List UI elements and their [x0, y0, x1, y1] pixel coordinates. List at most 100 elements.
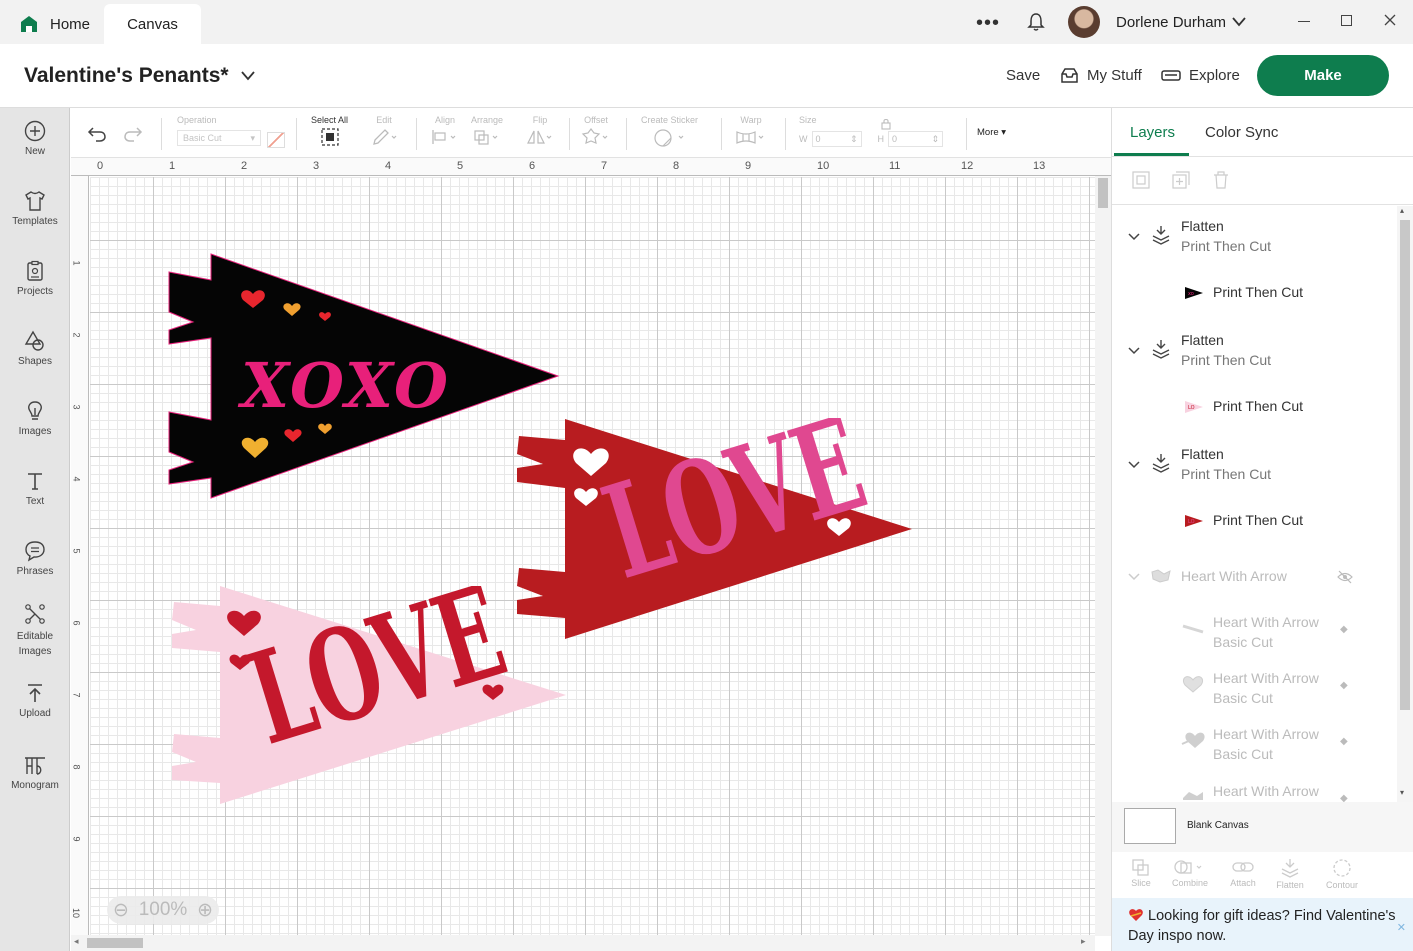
warp-menu[interactable]: Warp [735, 115, 767, 148]
sidebar-item-phrases[interactable]: Phrases [0, 540, 70, 577]
make-button[interactable]: Make [1257, 55, 1389, 96]
zoom-in-icon[interactable]: ⊕ [197, 899, 213, 922]
sidebar-item-editable-images[interactable]: Editable Images [0, 603, 70, 659]
scrollbar-thumb[interactable] [87, 938, 143, 948]
duplicate-icon[interactable] [1171, 170, 1191, 190]
sidebar-item-new[interactable]: New [0, 120, 70, 157]
sidebar-item-label: Projects [16, 286, 54, 297]
layer-group-heart-with-arrow[interactable]: Heart With Arrow Heart With Arrow Basic … [1112, 560, 1397, 804]
layer-group-flatten-1[interactable]: Flatten Print Then Cut xo Print Then Cut [1112, 214, 1397, 328]
sidebar-item-templates[interactable]: Templates [0, 190, 70, 227]
project-title-text: Valentine's Penants* [24, 64, 229, 87]
layer-name: Heart With Arrow [1181, 568, 1287, 584]
explore-button[interactable]: Explore [1161, 67, 1240, 84]
tab-home[interactable]: Home [12, 4, 106, 44]
flatten-icon [1152, 226, 1170, 245]
chevron-down-icon[interactable] [1128, 232, 1140, 242]
scroll-right-icon[interactable]: ▸ [1081, 936, 1086, 947]
edit-menu[interactable]: Edit [371, 115, 397, 148]
more-menu[interactable]: More ▾ [977, 127, 1006, 138]
tab-canvas[interactable]: Canvas [104, 4, 201, 44]
flatten-button[interactable]: Flatten [1266, 858, 1314, 890]
sticker-icon [653, 129, 683, 147]
sidebar-item-images[interactable]: Images [0, 400, 70, 437]
maximize-icon[interactable] [1341, 15, 1352, 26]
blank-canvas-row[interactable]: Blank Canvas [1112, 802, 1413, 852]
my-stuff-button[interactable]: My Stuff [1060, 67, 1142, 84]
layers-scrollbar[interactable]: ▴ ▾ [1397, 206, 1413, 802]
chevron-down-icon[interactable] [1128, 346, 1140, 356]
ruler-tick-label: 4 [385, 160, 392, 172]
operation-select[interactable]: Basic Cut ▾ [177, 130, 261, 146]
undo-icon[interactable] [87, 126, 107, 142]
height-input[interactable]: 0 ⇕ [888, 131, 943, 147]
select-all-button[interactable]: Select All [311, 115, 348, 148]
bell-icon[interactable] [1026, 12, 1046, 32]
width-input[interactable]: 0 ⇕ [811, 131, 862, 147]
zoom-out-icon[interactable]: ⊖ [113, 899, 129, 922]
eye-hidden-icon[interactable] [1337, 570, 1353, 584]
tab-layers[interactable]: Layers [1130, 124, 1175, 141]
pennant-love-pink[interactable]: LOVE [170, 586, 570, 806]
combine-button[interactable]: Combine [1166, 858, 1214, 888]
scroll-up-icon[interactable]: ▴ [1400, 206, 1404, 215]
redo-icon[interactable] [123, 126, 143, 142]
warp-icon [736, 131, 764, 144]
sidebar-item-projects[interactable]: Projects [0, 260, 70, 297]
height-label: H [877, 134, 885, 144]
chevron-down-icon[interactable] [240, 70, 256, 82]
pennant-xoxo[interactable]: XOXO [163, 252, 563, 502]
sidebar-item-monogram[interactable]: Monogram [0, 754, 70, 791]
user-name[interactable]: Dorlene Durham [1116, 14, 1226, 31]
canvas-vertical-scrollbar[interactable] [1095, 176, 1111, 936]
promo-banner[interactable]: Looking for gift ideas? Find Valentine's… [1112, 898, 1413, 951]
slice-button[interactable]: Slice [1117, 858, 1165, 888]
design-canvas[interactable]: 0 1 2 3 4 5 6 7 8 9 10 11 12 13 1 2 3 4 … [71, 158, 1111, 951]
offset-label: Offset [584, 115, 608, 125]
sidebar-item-text[interactable]: Text [0, 470, 70, 507]
pennant-love-red[interactable]: LOVE [515, 418, 915, 640]
offset-button[interactable]: Offset [581, 115, 611, 148]
chevron-down-icon[interactable] [1128, 572, 1140, 582]
scrollbar-thumb[interactable] [1400, 220, 1410, 710]
clipboard-icon [27, 260, 43, 281]
home-logo-icon [21, 16, 37, 32]
save-button[interactable]: Save [1006, 67, 1040, 84]
pennant-text: XOXO [237, 349, 450, 422]
scroll-left-icon[interactable]: ◂ [74, 936, 79, 947]
scrollbar-thumb[interactable] [1098, 178, 1108, 208]
create-sticker-label: Create Sticker [641, 115, 699, 125]
divider [785, 118, 786, 150]
layer-group-flatten-2[interactable]: Flatten Print Then Cut LO Print Then Cut [1112, 328, 1397, 442]
lock-icon[interactable] [881, 118, 891, 130]
scroll-down-icon[interactable]: ▾ [1400, 788, 1404, 797]
flip-menu[interactable]: Flip [526, 115, 554, 148]
more-options-icon[interactable]: ••• [976, 12, 1000, 35]
create-sticker-button[interactable]: Create Sticker [641, 115, 698, 150]
flatten-icon [1281, 859, 1299, 878]
chevron-down-icon[interactable] [1231, 16, 1247, 28]
arrange-menu[interactable]: Arrange [471, 115, 503, 148]
diamond-icon: ◆ [1340, 680, 1348, 691]
tab-color-sync[interactable]: Color Sync [1205, 124, 1278, 141]
align-menu[interactable]: Align [431, 115, 459, 148]
sidebar-item-upload[interactable]: Upload [0, 682, 70, 719]
line-color-swatch[interactable] [267, 132, 285, 148]
canvas-horizontal-scrollbar[interactable]: ◂ ▸ [71, 935, 1095, 951]
trash-icon[interactable] [1211, 170, 1231, 190]
chevron-down-icon[interactable] [1128, 460, 1140, 470]
close-icon[interactable]: ✕ [1397, 918, 1406, 938]
contour-button[interactable]: Contour [1318, 858, 1366, 890]
avatar[interactable] [1068, 6, 1100, 38]
my-stuff-label: My Stuff [1087, 67, 1142, 84]
close-icon[interactable] [1384, 14, 1396, 26]
attach-button[interactable]: Attach [1219, 858, 1267, 888]
minimize-icon[interactable] [1298, 21, 1310, 22]
divider [1112, 204, 1413, 205]
sidebar-item-shapes[interactable]: Shapes [0, 330, 70, 367]
group-icon[interactable] [1131, 170, 1151, 190]
ruler-tick-label: 5 [71, 548, 82, 554]
layer-group-flatten-3[interactable]: Flatten Print Then Cut LO Print Then Cut [1112, 442, 1397, 556]
project-title[interactable]: Valentine's Penants* [24, 64, 256, 88]
canvas-swatch[interactable] [1124, 808, 1176, 844]
